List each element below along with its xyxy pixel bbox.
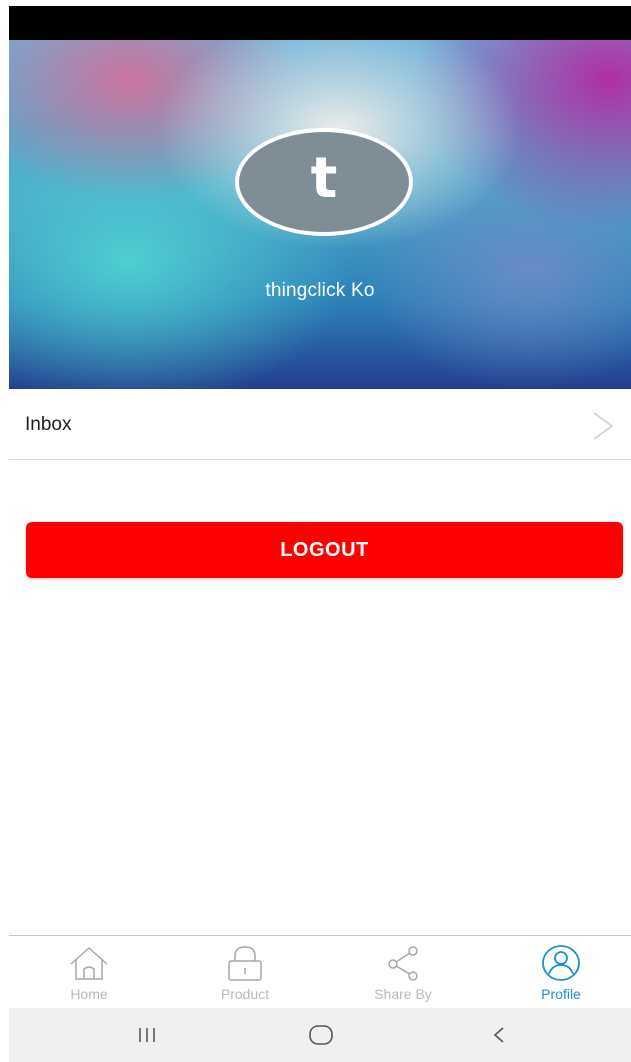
avatar[interactable]: t <box>235 128 413 236</box>
recent-apps-icon[interactable] <box>127 1020 167 1050</box>
profile-header: t thingclick Ko <box>9 40 631 389</box>
app-screen: t thingclick Ko Inbox LOGOUT Home Produc… <box>9 0 631 1062</box>
inbox-label: Inbox <box>25 414 72 435</box>
inbox-row[interactable]: Inbox <box>9 389 631 460</box>
lock-icon <box>228 946 262 981</box>
tab-profile-label: Profile <box>541 986 581 1002</box>
bottom-tab-bar: Home Product Share By Profile <box>9 935 631 1008</box>
username: thingclick Ko <box>265 280 375 301</box>
logout-button[interactable]: LOGOUT <box>26 522 623 578</box>
tab-share-by-label: Share By <box>374 986 432 1002</box>
tab-product[interactable]: Product <box>175 936 315 1008</box>
system-navigation-bar <box>9 1008 631 1062</box>
tab-home[interactable]: Home <box>19 936 159 1008</box>
home-icon <box>70 947 108 980</box>
home-circle-icon[interactable] <box>301 1020 341 1050</box>
status-bar <box>9 6 631 40</box>
tab-share-by[interactable]: Share By <box>333 936 473 1008</box>
chevron-right-icon <box>593 412 614 440</box>
tab-home-label: Home <box>70 986 108 1002</box>
avatar-letter: t <box>310 146 338 211</box>
back-icon[interactable] <box>479 1020 519 1050</box>
share-icon <box>388 946 418 981</box>
tab-product-label: Product <box>220 986 270 1002</box>
tab-profile[interactable]: Profile <box>491 936 631 1008</box>
profile-icon <box>542 945 580 981</box>
